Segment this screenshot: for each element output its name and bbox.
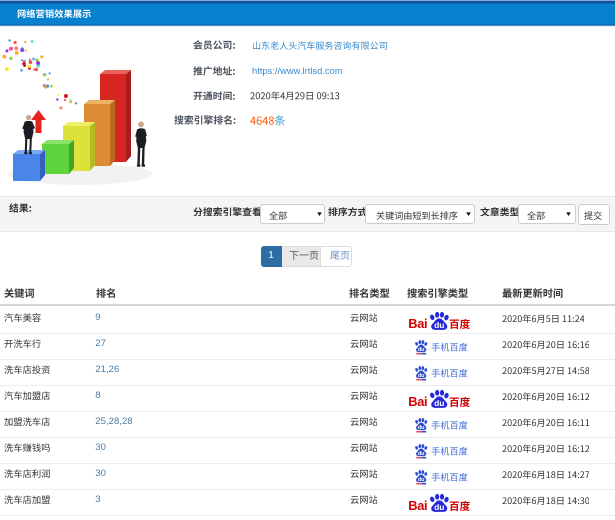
svg-text:du: du: [434, 320, 444, 330]
svg-text:du: du: [418, 373, 425, 379]
svg-text:du: du: [418, 425, 425, 431]
svg-text:du: du: [418, 477, 425, 483]
svg-text:Bai: Bai: [408, 316, 427, 330]
svg-text:du: du: [418, 451, 425, 457]
svg-text:du: du: [434, 398, 444, 408]
svg-text:du: du: [434, 502, 444, 512]
svg-text:du: du: [418, 347, 425, 353]
svg-text:Bai: Bai: [408, 498, 427, 512]
svg-text:Bai: Bai: [408, 394, 427, 408]
